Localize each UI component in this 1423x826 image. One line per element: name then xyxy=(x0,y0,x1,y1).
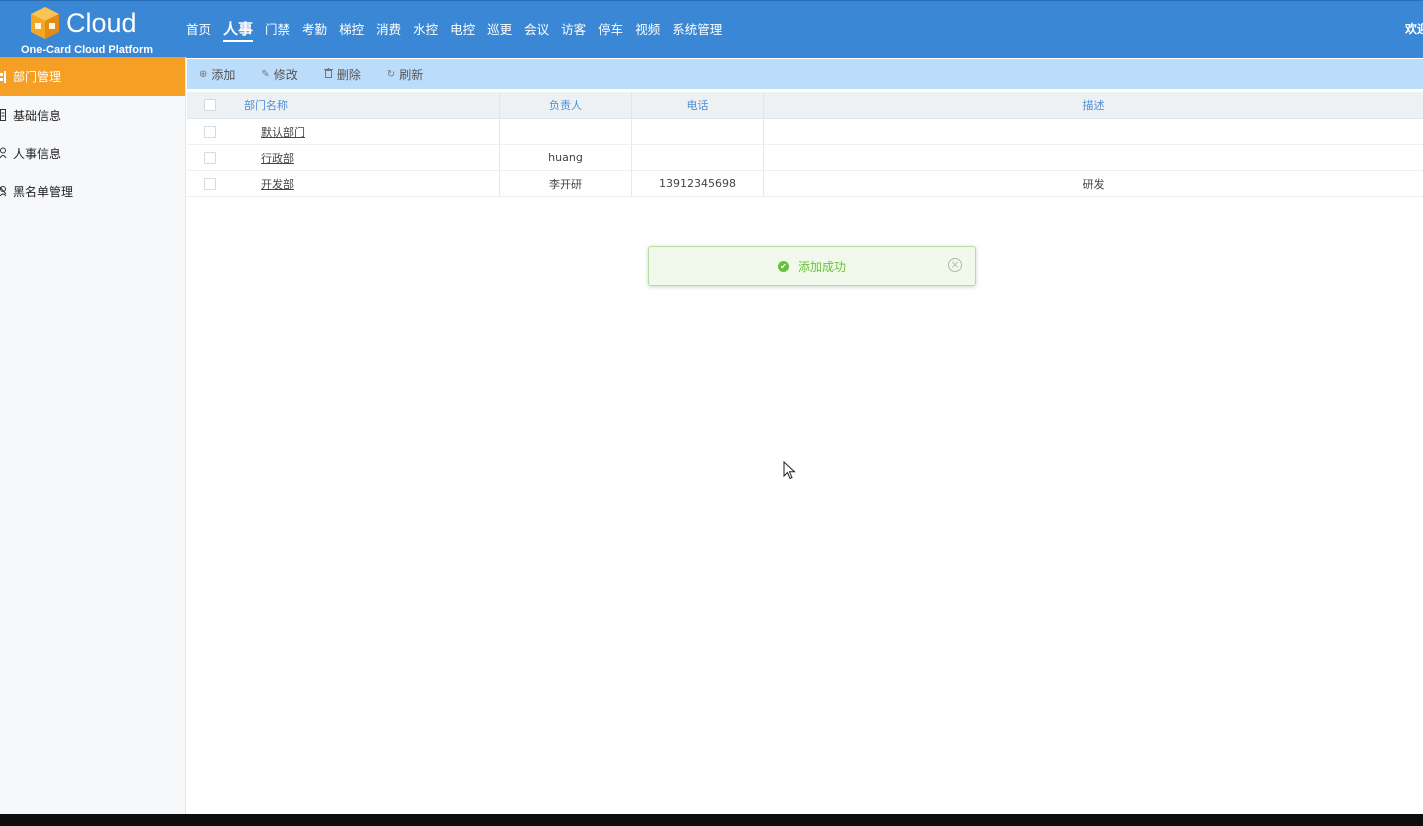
desc-cell: 研发 xyxy=(763,171,1423,196)
row-checkbox[interactable] xyxy=(204,125,216,138)
sidebar-item-department[interactable]: 部门管理 xyxy=(0,57,185,96)
department-name-link[interactable]: 开发部 xyxy=(233,171,499,196)
sidebar-item-label: 人事信息 xyxy=(13,146,62,161)
nav-item-power[interactable]: 电控 xyxy=(444,1,481,58)
sidebar-item-label: 部门管理 xyxy=(13,70,62,84)
column-header-desc[interactable]: 描述 xyxy=(763,92,1423,118)
table-row[interactable]: 开发部 李开研 13912345698 研发 xyxy=(187,171,1423,197)
nav-item-elevator[interactable]: 梯控 xyxy=(333,1,370,58)
nav-item-system[interactable]: 系统管理 xyxy=(666,1,728,58)
trash-icon xyxy=(323,67,333,81)
main-nav: 首页 人事 门禁 考勤 梯控 消费 水控 电控 巡更 会议 访客 停车 视频 系… xyxy=(180,1,728,58)
sidebar-item-blacklist[interactable]: 黑名单管理 xyxy=(0,172,185,210)
desc-cell xyxy=(763,119,1423,144)
select-all-cell xyxy=(187,92,233,118)
sidebar-item-label: 黑名单管理 xyxy=(13,184,74,199)
add-button[interactable]: ⊕ 添加 xyxy=(199,66,235,83)
nav-item-parking[interactable]: 停车 xyxy=(592,1,629,58)
toast-message: 添加成功 xyxy=(797,259,846,274)
nav-item-visitor[interactable]: 访客 xyxy=(555,1,592,58)
nav-item-attendance[interactable]: 考勤 xyxy=(296,1,333,58)
row-checkbox[interactable] xyxy=(204,177,216,190)
nav-item-personnel[interactable]: 人事 xyxy=(217,1,259,58)
sidebar-item-label: 基础信息 xyxy=(13,108,62,123)
sidebar-item-basic-info[interactable]: 基础信息 xyxy=(0,96,185,134)
brand-name: Cloud xyxy=(66,8,137,38)
department-name-link[interactable]: 行政部 xyxy=(233,145,499,170)
success-toast: ✔ 添加成功 × xyxy=(648,246,976,286)
phone-cell: 13912345698 xyxy=(631,171,763,196)
refresh-button[interactable]: ↻ 刷新 xyxy=(387,66,423,83)
table-row[interactable]: 行政部 huang xyxy=(187,145,1423,171)
sidebar-item-personnel-info[interactable]: 人事信息 xyxy=(0,134,185,172)
owner-cell: 李开研 xyxy=(499,171,631,196)
nav-item-water[interactable]: 水控 xyxy=(407,1,444,58)
check-circle-icon: ✔ xyxy=(777,260,789,272)
nav-item-patrol[interactable]: 巡更 xyxy=(481,1,518,58)
welcome-text: 欢迎 xyxy=(1405,22,1423,36)
brand-logo[interactable]: Cloud One-Card Cloud Platform xyxy=(18,4,153,56)
delete-button[interactable]: 删除 xyxy=(323,66,361,83)
nav-item-meeting[interactable]: 会议 xyxy=(518,1,555,58)
bottom-bar xyxy=(0,814,1423,826)
mouse-cursor-icon xyxy=(783,461,796,480)
row-check-cell xyxy=(187,119,233,144)
document-icon xyxy=(0,109,12,121)
row-checkbox[interactable] xyxy=(204,151,216,164)
department-table: 部门名称 负责人 电话 描述 默认部门 行政部 huang 开发部 李开研 13… xyxy=(187,92,1423,197)
close-icon[interactable]: × xyxy=(948,258,962,272)
top-bar: Cloud One-Card Cloud Platform 首页 人事 门禁 考… xyxy=(0,0,1423,58)
edit-button-label: 修改 xyxy=(273,67,298,82)
nav-item-consumption[interactable]: 消费 xyxy=(370,1,407,58)
select-all-checkbox[interactable] xyxy=(204,99,216,111)
brand-subtitle: One-Card Cloud Platform xyxy=(21,44,154,56)
cube-logo-icon xyxy=(31,7,59,39)
table-header: 部门名称 负责人 电话 描述 xyxy=(187,92,1423,119)
refresh-button-label: 刷新 xyxy=(399,67,424,82)
add-button-label: 添加 xyxy=(211,67,236,82)
phone-cell xyxy=(631,119,763,144)
plus-circle-icon: ⊕ xyxy=(199,68,208,80)
owner-cell: huang xyxy=(499,145,631,170)
table-row[interactable]: 默认部门 xyxy=(187,119,1423,145)
phone-cell xyxy=(631,145,763,170)
delete-button-label: 删除 xyxy=(336,67,361,82)
block-user-icon xyxy=(0,185,12,197)
desc-cell xyxy=(763,145,1423,170)
edit-button[interactable]: ✎ 修改 xyxy=(261,66,297,83)
nav-item-access-control[interactable]: 门禁 xyxy=(259,1,296,58)
toolbar: ⊕ 添加 ✎ 修改 删除 ↻ 刷新 xyxy=(187,59,1423,89)
row-check-cell xyxy=(187,145,233,170)
user-icon xyxy=(0,147,12,159)
org-chart-icon xyxy=(0,70,12,83)
column-header-name[interactable]: 部门名称 xyxy=(233,92,499,118)
sidebar: 部门管理 基础信息 人事信息 黑名单管理 xyxy=(0,57,186,814)
column-header-owner[interactable]: 负责人 xyxy=(499,92,631,118)
nav-item-home[interactable]: 首页 xyxy=(180,1,217,58)
owner-cell xyxy=(499,119,631,144)
column-header-phone[interactable]: 电话 xyxy=(631,92,763,118)
row-check-cell xyxy=(187,171,233,196)
pencil-icon: ✎ xyxy=(261,68,270,80)
nav-item-video[interactable]: 视频 xyxy=(629,1,666,58)
department-name-link[interactable]: 默认部门 xyxy=(233,119,499,144)
refresh-icon: ↻ xyxy=(386,68,396,80)
